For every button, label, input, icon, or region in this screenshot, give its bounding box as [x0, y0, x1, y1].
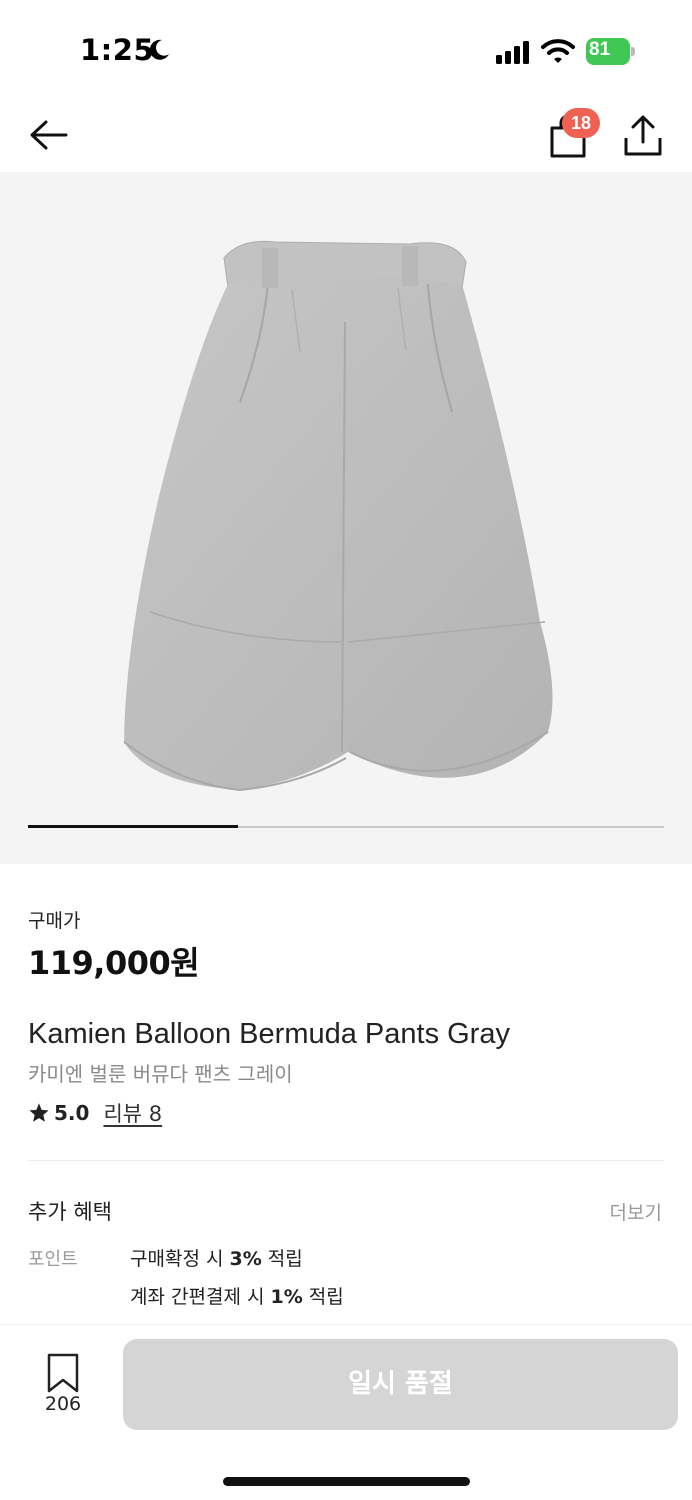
- rating-row: 5.0 리뷰 8: [28, 1098, 162, 1128]
- moon-icon: [149, 39, 169, 60]
- share-icon[interactable]: [622, 112, 664, 158]
- battery-icon: 81: [586, 38, 636, 65]
- review-link[interactable]: 리뷰 8: [103, 1098, 162, 1128]
- divider: [28, 1160, 664, 1161]
- status-bar: 1:25 81: [0, 0, 692, 100]
- bookmark-icon: [47, 1353, 79, 1393]
- gallery-progress-track: [28, 825, 664, 828]
- home-indicator: [223, 1477, 470, 1486]
- gallery-progress-fill: [28, 825, 238, 828]
- signal-icon: [496, 41, 529, 64]
- back-arrow-icon[interactable]: [26, 112, 72, 158]
- battery-level: 81: [589, 39, 611, 60]
- benefit-line-purchase: 구매확정 시 3% 적립: [130, 1248, 303, 1270]
- cart-count-badge: 18: [562, 108, 600, 138]
- product-name-ko: 카미엔 벌룬 버뮤다 팬츠 그레이: [28, 1062, 293, 1086]
- status-time: 1:25: [80, 33, 155, 67]
- product-image[interactable]: [0, 172, 692, 864]
- wifi-icon: [541, 39, 575, 63]
- point-label: 포인트: [28, 1249, 78, 1270]
- bottom-action-bar: 206 일시 품절: [0, 1324, 692, 1500]
- product-name-en: Kamien Balloon Bermuda Pants Gray: [28, 1018, 510, 1050]
- product-gallery[interactable]: [0, 172, 692, 864]
- product-price: 119,000원: [28, 944, 200, 982]
- bookmark-count: 206: [44, 1393, 82, 1415]
- rating-value: 5.0: [54, 1101, 90, 1125]
- benefit-more-link[interactable]: 더보기: [610, 1198, 662, 1225]
- benefit-title: 추가 혜택: [28, 1200, 112, 1224]
- soldout-button[interactable]: 일시 품절: [123, 1339, 678, 1430]
- star-icon: [29, 1103, 49, 1122]
- bookmark-button[interactable]: 206: [30, 1351, 96, 1415]
- benefit-line-account: 계좌 간편결제 시 1% 적립: [130, 1286, 344, 1308]
- price-label: 구매가: [28, 910, 81, 932]
